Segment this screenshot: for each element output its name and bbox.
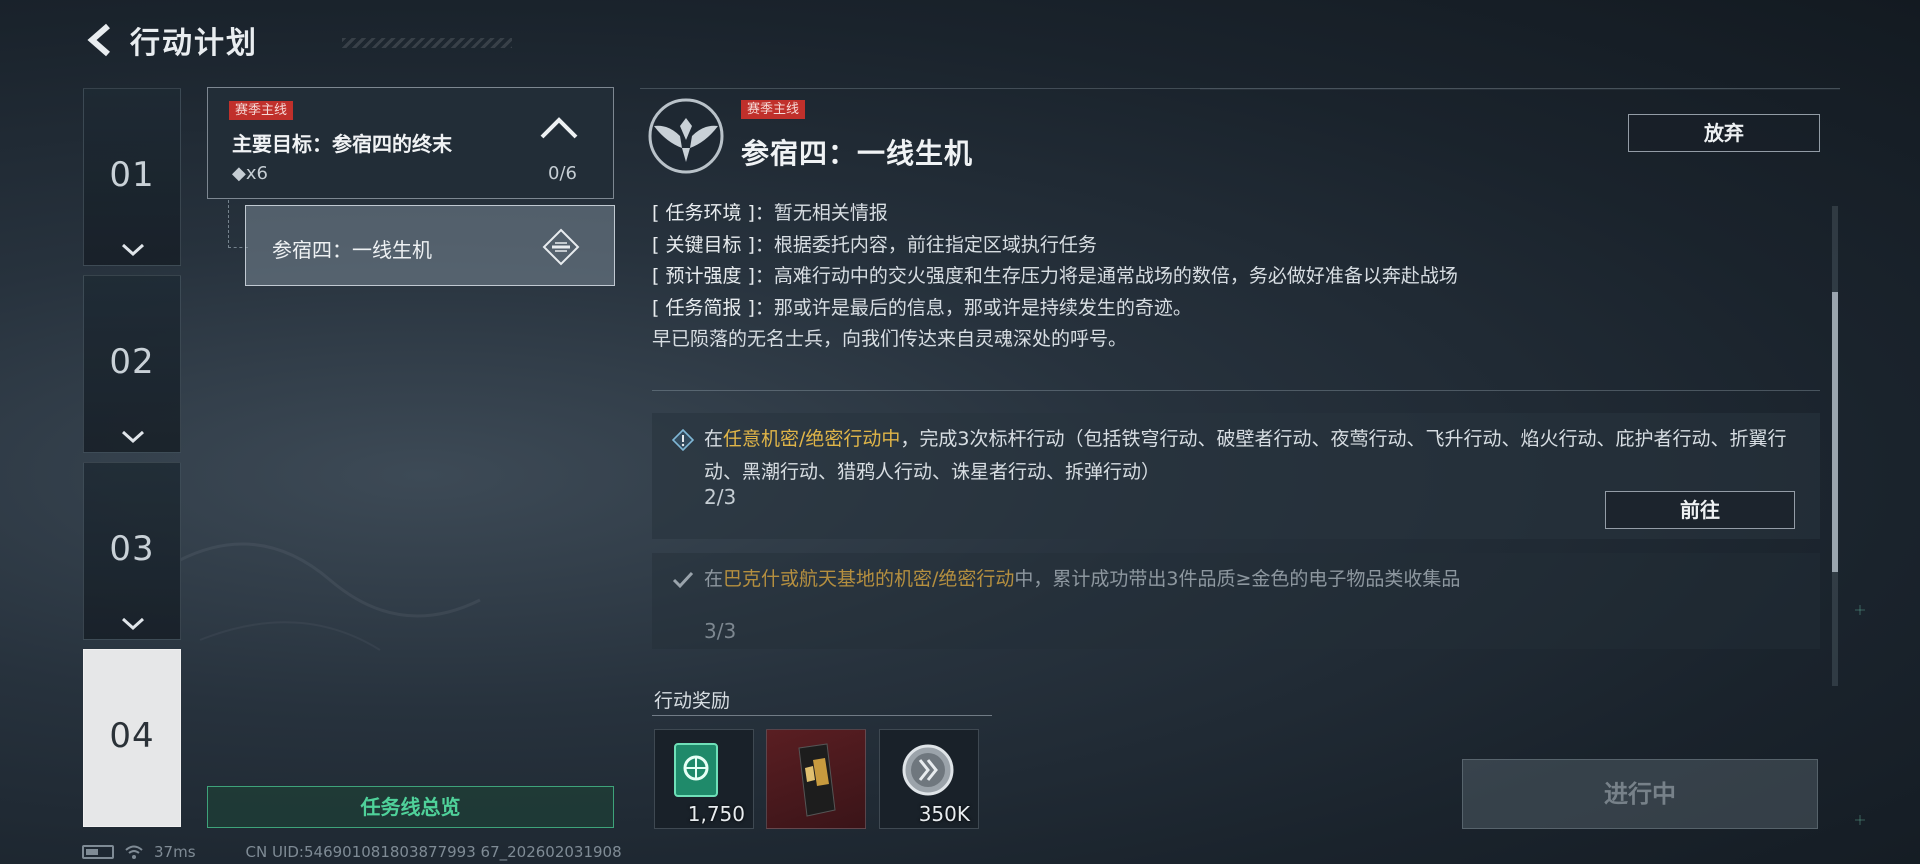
chapter-number: 01 [109,155,155,195]
chapter-number: 02 [109,342,155,382]
chevron-down-icon [121,617,145,631]
abandon-button[interactable]: 放弃 [1628,114,1820,152]
detail-scrollbar[interactable] [1832,206,1838,686]
uid-text: CN UID:546901081803877993 67_20260203190… [245,843,622,861]
silver-coin-icon [902,744,954,796]
objective-item: 在任意机密/绝密行动中，完成3次标杆行动（包括铁穹行动、破壁者行动、夜莺行动、飞… [652,413,1820,539]
mission-info: [ 任务环境 ]：暂无相关情报 [ 关键目标 ]：根据委托内容，前往指定区域执行… [652,198,1802,356]
info-line: [ 预计强度 ]：高难行动中的交火强度和生存压力将是通常战场的数倍，务必做好准备… [652,261,1802,293]
chapter-number: 04 [109,716,155,756]
top-bar: 行动计划 [82,18,512,62]
page-title: 行动计划 [130,26,258,61]
ping-text: 37ms [154,843,196,861]
mission-overview-button[interactable]: 任务线总览 [207,786,614,828]
mission-diamond-icon [542,228,580,266]
info-text: ：暂无相关情报 [754,202,888,224]
info-line: [ 任务环境 ]：暂无相关情报 [652,198,1802,230]
reward-quantity: 350K [918,802,970,826]
rewards-underline [652,715,992,716]
chapter-tab-02[interactable]: 02 [83,275,181,453]
sub-mission-name: 参宿四：一线生机 [272,238,432,262]
objective-highlight: 任意机密/绝密行动中 [723,428,901,450]
season-main-tag: 赛季主线 [741,100,806,119]
supply-bag-icon [798,743,836,817]
section-divider [652,390,1820,391]
sub-mission-item[interactable]: 参宿四：一线生机 [245,205,615,286]
detail-title: 参宿四：一线生机 [741,137,974,170]
reward-item[interactable] [766,729,866,829]
chevron-up-icon[interactable] [539,116,579,140]
info-label: [ 任务环境 ] [652,202,755,224]
back-button[interactable] [82,23,116,57]
info-line: [ 关键目标 ]：根据委托内容，前往指定区域执行任务 [652,230,1802,262]
objective-post: 中，累计成功带出3件品质≥金色的电子物品类收集品 [1014,568,1461,590]
battery-icon [82,845,114,859]
chapter-tab-04[interactable]: 04 [83,649,181,827]
info-extra: 早已陨落的无名士兵，向我们传达来自灵魂深处的呼号。 [652,328,1128,350]
back-arrow-icon [87,23,110,57]
main-mission-card[interactable]: 赛季主线 主要目标：参宿四的终末 ◆x6 0/6 [207,87,614,199]
status-bar: 37ms CN UID:546901081803877993 67_202602… [82,843,622,861]
objective-progress: 2/3 [704,485,737,509]
info-line: [ 任务简报 ]：那或许是最后的信息，那或许是持续发生的奇迹。 [652,293,1802,325]
chevron-down-icon [121,243,145,257]
objective-pre: 在 [704,428,724,450]
reward-quantity: 1,750 [687,802,745,826]
mission-progress: 0/6 [548,163,577,184]
alert-diamond-icon [672,429,694,451]
green-badge-icon [674,743,718,797]
header-divider [640,88,1840,89]
info-label: [ 任务简报 ] [652,296,755,319]
info-label: [ 关键目标 ] [652,233,755,256]
mission-detail-panel: 赛季主线 参宿四：一线生机 放弃 [ 任务环境 ]：暂无相关情报 [ 关键目标 … [640,88,1840,829]
goto-button[interactable]: 前往 [1605,491,1795,529]
chapter-tab-01[interactable]: 01 [83,88,181,266]
chapter-tabs: 01 02 03 04 [83,88,181,836]
info-text: ：高难行动中的交火强度和生存压力将是通常战场的数倍，务必做好准备以奔赴战场 [754,265,1458,287]
info-text: ：那或许是最后的信息，那或许是持续发生的奇迹。 [754,296,1192,319]
title-stripe-decor [342,38,512,48]
chevron-down-icon [121,430,145,444]
scrollbar-thumb[interactable] [1832,292,1838,572]
chapter-tab-03[interactable]: 03 [83,462,181,640]
check-icon [672,571,694,589]
main-mission-name: 主要目标：参宿四的终末 [232,132,452,156]
wifi-icon [125,845,143,859]
season-main-tag: 赛季主线 [229,101,294,120]
objective-pre: 在 [704,568,724,590]
objective-highlight: 巴克什或航天基地的机密/绝密行动 [723,568,1015,590]
in-progress-button: 进行中 [1462,759,1818,829]
info-text: ：根据委托内容，前往指定区域执行任务 [754,233,1097,256]
reward-item[interactable]: 350K [879,729,979,829]
objective-item: 在巴克什或航天基地的机密/绝密行动中，累计成功带出3件品质≥金色的电子物品类收集… [652,553,1820,649]
objective-progress: 3/3 [704,619,737,643]
chapter-number: 03 [109,529,155,569]
objective-text: 在任意机密/绝密行动中，完成3次标杆行动（包括铁穹行动、破壁者行动、夜莺行动、飞… [704,423,1794,489]
rewards-label: 行动奖励 [654,690,731,712]
info-label: [ 预计强度 ] [652,265,755,287]
eagle-emblem-icon [648,98,724,174]
objective-text: 在巴克什或航天基地的机密/绝密行动中，累计成功带出3件品质≥金色的电子物品类收集… [704,563,1794,596]
reward-item[interactable]: 1,750 [654,729,754,829]
mission-count: ◆x6 [232,163,268,184]
